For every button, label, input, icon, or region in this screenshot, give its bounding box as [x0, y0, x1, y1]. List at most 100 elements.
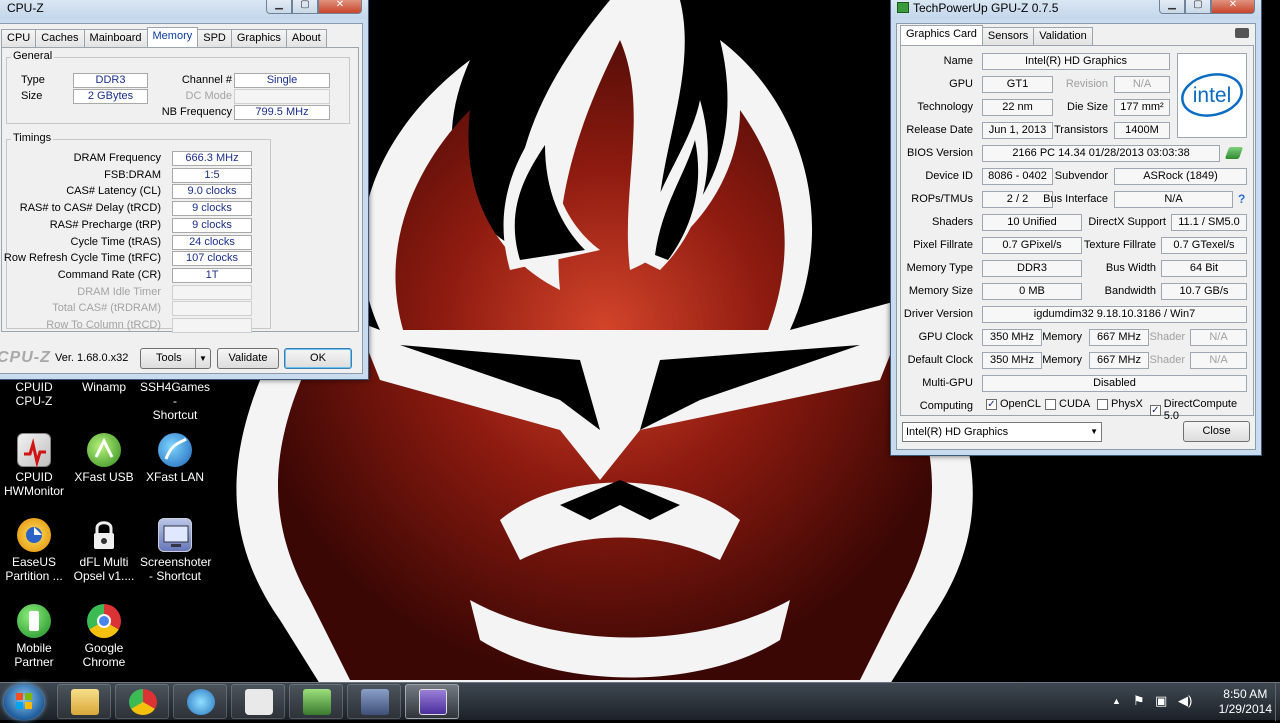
taskbar-dfl-multi[interactable] — [231, 684, 285, 719]
timing-label: DRAM Idle Timer — [77, 285, 161, 298]
desktop-icon-mobile-partner[interactable]: Mobile Partner — [0, 604, 69, 669]
validate-button[interactable]: Validate — [217, 348, 279, 369]
desktop-icon-hwmonitor[interactable]: CPUID HWMonitor — [0, 433, 69, 498]
tab-graphics-card[interactable]: Graphics Card — [900, 25, 983, 45]
device-id-value: 8086 - 0402 — [982, 168, 1053, 185]
desktop-icon-ssh4games[interactable]: SSH4Games - Shortcut — [140, 380, 210, 422]
windows-logo-icon — [16, 693, 32, 709]
maximize-button[interactable]: ▢ — [292, 0, 318, 14]
gpuz-app-icon — [361, 689, 389, 715]
gpu-memory-type-value: DDR3 — [982, 260, 1082, 277]
taskbar: ▲ ⚑ ▣ ◀) 8:50 AM 1/29/2014 — [0, 682, 1280, 721]
minimize-button[interactable]: ▁ — [266, 0, 292, 14]
subvendor-value: ASRock (1849) — [1114, 168, 1247, 185]
action-center-icon[interactable]: ⚑ — [1133, 693, 1145, 709]
technology-label: Technology — [917, 101, 973, 113]
cpuz-titlebar[interactable]: CPU-Z ▁ ▢ ✕ — [0, 0, 368, 19]
desktop-icon-dfl-multi[interactable]: dFL Multi Opsel v1.... — [69, 518, 139, 583]
maximize-button[interactable]: ▢ — [1185, 0, 1211, 14]
bios-version-value: 2166 PC 14.34 01/28/2013 03:03:38 — [982, 145, 1220, 162]
gpuz-window-title: TechPowerUp GPU-Z 0.7.5 — [913, 1, 1059, 15]
start-button[interactable] — [4, 684, 44, 720]
card-select[interactable]: Intel(R) HD Graphics ▼ — [902, 422, 1102, 442]
close-window-button[interactable]: Close — [1183, 421, 1250, 442]
timing-value — [172, 318, 252, 333]
checkbox-checked-icon: ✓ — [986, 398, 997, 410]
memory-clock-label: Memory — [1042, 331, 1082, 343]
cpuz-version: Ver. 1.68.0.x32 — [55, 352, 129, 364]
timing-value: 24 clocks — [172, 234, 252, 250]
die-size-label: Die Size — [1067, 101, 1108, 113]
cpuz-window-title: CPU-Z — [7, 1, 44, 15]
tab-spd[interactable]: SPD — [197, 29, 232, 47]
screenshoter-icon — [158, 518, 192, 552]
padlock-icon — [245, 689, 273, 715]
memory-clock-value: 667 MHz — [1089, 329, 1149, 346]
taskbar-gpuz[interactable] — [347, 684, 401, 719]
directcompute-label: DirectCompute 5.0 — [1163, 398, 1238, 422]
camera-icon[interactable] — [1235, 28, 1249, 38]
save-bios-icon[interactable] — [1224, 147, 1244, 159]
default-memory-label: Memory — [1042, 354, 1082, 366]
desktop-icon-xfast-usb[interactable]: XFast USB — [69, 433, 139, 484]
default-memory-value: 667 MHz — [1089, 352, 1149, 369]
tab-about[interactable]: About — [285, 29, 327, 47]
help-icon[interactable]: ? — [1238, 192, 1245, 206]
cuda-checkbox[interactable]: CUDA — [1045, 398, 1090, 410]
timing-label: Cycle Time (tRAS) — [70, 235, 161, 248]
timing-label: Row Refresh Cycle Time (tRFC) — [3, 252, 161, 265]
desktop-icon-google-chrome[interactable]: Google Chrome — [69, 604, 139, 669]
tab-validation[interactable]: Validation — [1033, 27, 1093, 45]
minimize-button[interactable]: ▁ — [1159, 0, 1185, 14]
close-button[interactable]: ✕ — [318, 0, 362, 14]
taskbar-chrome[interactable] — [115, 684, 169, 719]
desktop-icon-winamp[interactable]: Winamp — [69, 380, 139, 394]
checkbox-unchecked-icon — [1045, 398, 1056, 410]
network-icon[interactable]: ▣ — [1155, 693, 1167, 709]
cpuz-tab-panel: General Type DDR3 Size 2 GBytes Channel … — [1, 47, 359, 333]
show-desktop-button[interactable] — [1275, 683, 1280, 721]
tab-caches[interactable]: Caches — [35, 29, 85, 47]
subvendor-label: Subvendor — [1054, 170, 1108, 182]
close-button[interactable]: ✕ — [1211, 0, 1255, 14]
taskbar-app-green[interactable] — [289, 684, 343, 719]
release-date-label: Release Date — [906, 124, 973, 136]
taskbar-xfast-lan[interactable] — [173, 684, 227, 719]
timing-label: FSB:DRAM — [104, 168, 161, 181]
desktop-icon-easeus[interactable]: EaseUS Partition ... — [0, 518, 69, 583]
timing-value: 666.3 MHz — [172, 151, 252, 166]
volume-icon[interactable]: ◀) — [1178, 693, 1192, 709]
directx-support-value: 11.1 / SM5.0 — [1171, 214, 1247, 231]
desktop-icon-xfast-lan[interactable]: XFast LAN — [140, 433, 210, 484]
taskbar-cpuz[interactable] — [405, 684, 459, 719]
tab-mainboard[interactable]: Mainboard — [83, 29, 148, 47]
bus-width-value: 64 Bit — [1161, 260, 1247, 277]
tab-sensors[interactable]: Sensors — [981, 27, 1035, 45]
tab-graphics[interactable]: Graphics — [230, 29, 287, 47]
show-hidden-icons-icon[interactable]: ▲ — [1112, 696, 1121, 706]
tools-button[interactable]: Tools ▼ — [140, 348, 211, 369]
cpuz-brand-logo: CPU-Z — [0, 349, 51, 366]
gpuz-window: TechPowerUp GPU-Z 0.7.5 ▁ ▢ ✕ Graphics C… — [890, 0, 1262, 456]
channel-value: Single — [234, 73, 330, 88]
cuda-label: CUDA — [1059, 398, 1091, 410]
desktop-icon-screenshoter[interactable]: Screenshoter - Shortcut — [140, 518, 211, 583]
driver-version-label: Driver Version — [903, 308, 973, 320]
physx-checkbox[interactable]: PhysX — [1097, 398, 1143, 410]
xfast-lan-icon — [158, 433, 192, 467]
timing-label: CAS# Latency (CL) — [66, 185, 161, 198]
bandwidth-value: 10.7 GB/s — [1161, 283, 1247, 300]
computing-label: Computing — [919, 400, 973, 412]
taskbar-explorer[interactable] — [57, 684, 111, 719]
opencl-checkbox[interactable]: ✓ OpenCL — [986, 398, 1041, 410]
shaders-label: Shaders — [932, 216, 973, 228]
memory-size-value: 2 GBytes — [73, 89, 148, 104]
ok-button[interactable]: OK — [284, 348, 352, 369]
tab-memory[interactable]: Memory — [146, 27, 199, 47]
clock[interactable]: 8:50 AM 1/29/2014 — [1219, 687, 1272, 717]
transistors-label: Transistors — [1054, 124, 1108, 136]
gpuz-titlebar[interactable]: TechPowerUp GPU-Z 0.7.5 ▁ ▢ ✕ — [891, 0, 1261, 19]
directcompute-checkbox[interactable]: ✓ DirectCompute 5.0 — [1150, 398, 1253, 422]
tab-cpu[interactable]: CPU — [1, 29, 37, 47]
channel-label: Channel # — [181, 74, 232, 86]
